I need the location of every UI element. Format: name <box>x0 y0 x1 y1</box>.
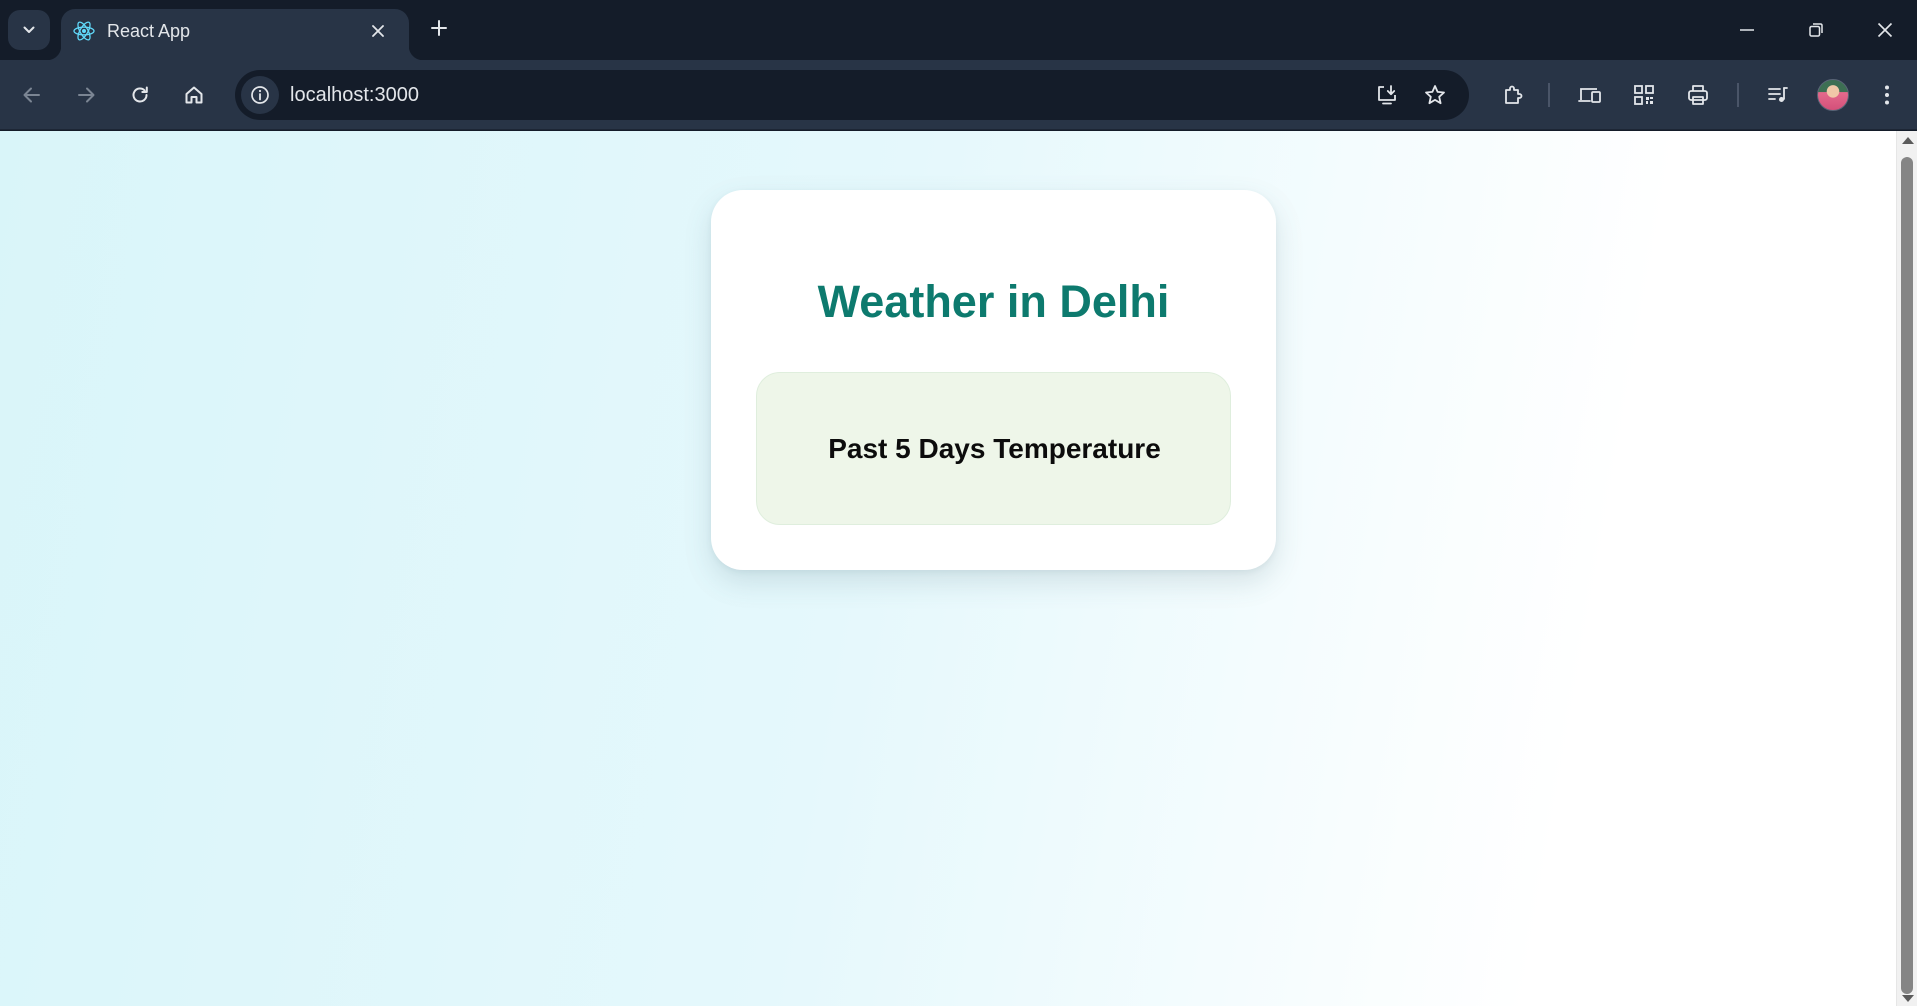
devices-icon <box>1577 83 1603 107</box>
browser-tab[interactable]: React App <box>47 9 423 60</box>
scroll-up-arrow-icon[interactable] <box>1902 137 1914 144</box>
forward-button[interactable] <box>67 76 105 114</box>
avatar[interactable] <box>1817 79 1849 111</box>
reload-icon <box>129 84 151 106</box>
arrow-left-icon <box>21 84 43 106</box>
minimize-button[interactable] <box>1725 10 1769 50</box>
address-bar[interactable]: localhost:3000 <box>235 70 1469 120</box>
qr-code-button[interactable] <box>1625 76 1663 114</box>
close-icon <box>1877 22 1893 38</box>
home-icon <box>183 84 205 106</box>
scrollbar-thumb[interactable] <box>1901 157 1913 994</box>
toolbar-divider <box>1737 83 1739 107</box>
arrow-right-icon <box>75 84 97 106</box>
chevron-down-icon <box>21 22 37 38</box>
site-info-button[interactable] <box>241 76 279 114</box>
page-title: Weather in Delhi <box>817 276 1170 327</box>
install-app-button[interactable] <box>1370 78 1404 112</box>
reload-button[interactable] <box>121 76 159 114</box>
temperature-section-title: Past 5 Days Temperature <box>828 433 1161 464</box>
qr-code-icon <box>1632 83 1656 107</box>
toolbar-divider <box>1548 83 1550 107</box>
home-button[interactable] <box>175 76 213 114</box>
tab-strip: React App <box>0 0 1917 60</box>
star-icon <box>1423 83 1447 107</box>
browser-toolbar: localhost:3000 <box>0 60 1917 130</box>
extensions-button[interactable] <box>1494 76 1532 114</box>
kebab-menu-icon <box>1883 84 1891 106</box>
restore-button[interactable] <box>1794 10 1838 50</box>
print-button[interactable] <box>1679 76 1717 114</box>
temperature-section: Past 5 Days Temperature <box>756 372 1231 525</box>
page-viewport: Weather in Delhi Past 5 Days Temperature <box>0 131 1896 1006</box>
scroll-down-arrow-icon[interactable] <box>1902 995 1914 1002</box>
bookmark-button[interactable] <box>1418 78 1452 112</box>
puzzle-icon <box>1501 83 1525 107</box>
restore-icon <box>1808 22 1824 38</box>
url-text[interactable]: localhost:3000 <box>290 84 419 107</box>
back-button[interactable] <box>13 76 51 114</box>
new-tab-button[interactable] <box>425 14 453 42</box>
tab-title: React App <box>107 21 191 41</box>
browser-menu-button[interactable] <box>1868 76 1906 114</box>
media-queue-icon <box>1766 83 1790 107</box>
info-icon <box>250 85 270 105</box>
close-window-button[interactable] <box>1863 10 1907 50</box>
weather-card: Weather in Delhi Past 5 Days Temperature <box>711 190 1276 570</box>
minimize-icon <box>1739 22 1755 38</box>
install-app-icon <box>1375 83 1399 107</box>
react-logo-icon <box>72 19 96 43</box>
close-icon[interactable] <box>366 19 390 43</box>
media-control-button[interactable] <box>1759 76 1797 114</box>
plus-icon <box>430 19 448 37</box>
printer-icon <box>1686 83 1710 107</box>
tab-search-button[interactable] <box>8 10 50 50</box>
devices-button[interactable] <box>1571 76 1609 114</box>
vertical-scrollbar[interactable] <box>1896 131 1917 1006</box>
